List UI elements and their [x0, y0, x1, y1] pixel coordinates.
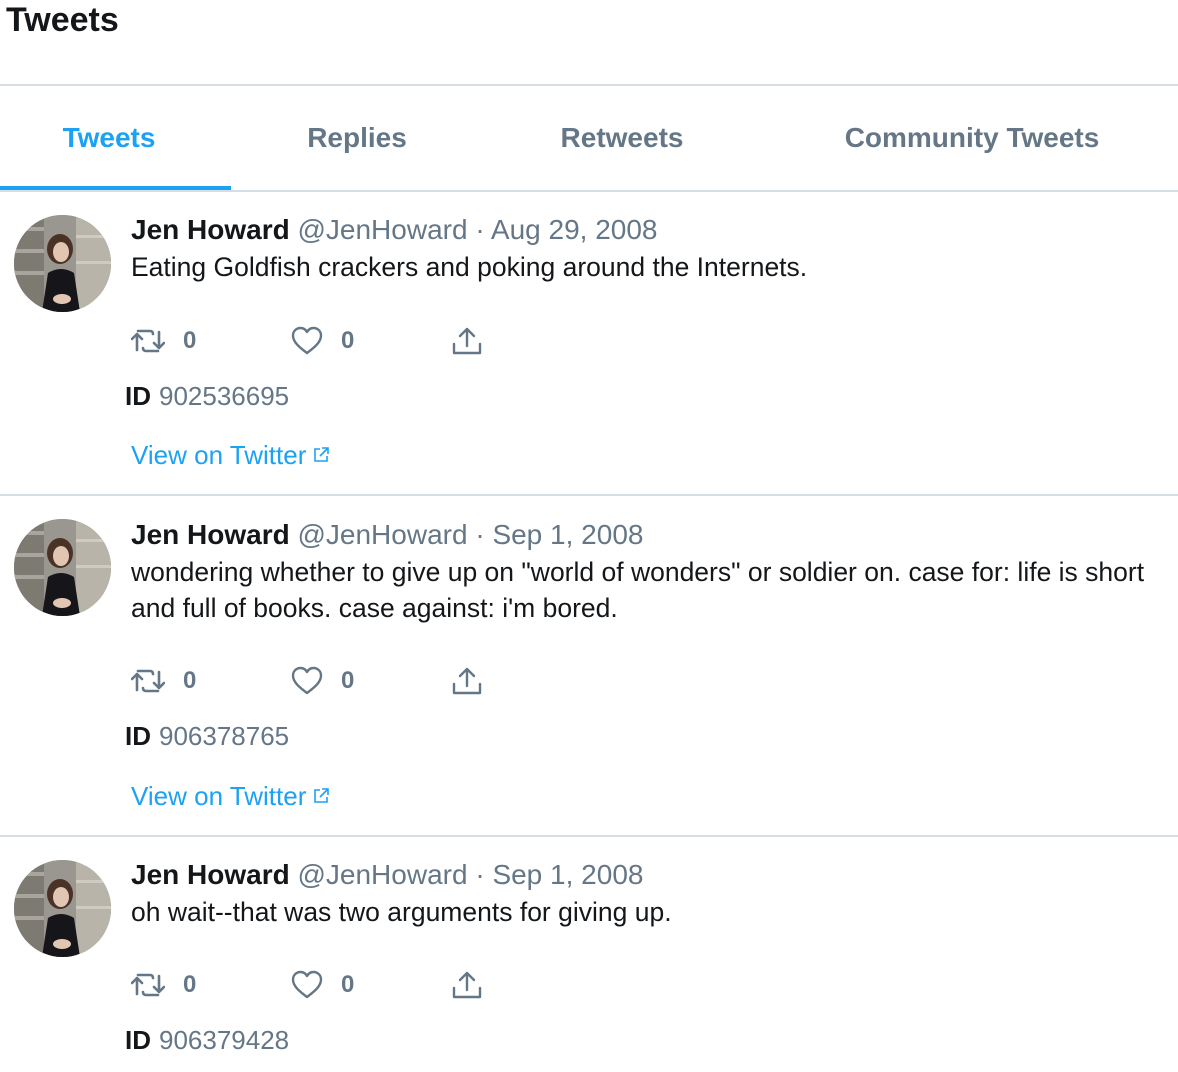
id-label: ID: [125, 721, 151, 751]
tab-bar: Tweets Replies Retweets Community Tweets: [0, 86, 1178, 192]
view-on-twitter-label: View on Twitter: [131, 781, 307, 811]
avatar[interactable]: [14, 519, 111, 616]
external-link-icon: [314, 788, 330, 803]
heart-icon: [291, 970, 323, 999]
like-button[interactable]: 0: [291, 324, 354, 358]
header-separator: ·: [475, 214, 485, 245]
tweet-id: 902536695: [159, 381, 290, 411]
view-on-twitter-link[interactable]: View on Twitter: [131, 779, 330, 813]
tweet-actions: 0 0: [131, 664, 511, 698]
tweet-date[interactable]: Aug 29, 2008: [491, 214, 658, 245]
author-handle[interactable]: @JenHoward: [297, 519, 467, 550]
retweet-count: 0: [183, 667, 197, 694]
retweet-count: 0: [183, 971, 197, 998]
share-button[interactable]: [451, 664, 483, 698]
tweet-item: Jen Howard @JenHoward · Sep 1, 2008 oh w…: [0, 837, 1178, 1072]
tweet-id-row: ID 902536695: [125, 379, 289, 413]
heart-icon: [291, 326, 323, 355]
page-title: Tweets: [6, 1, 119, 39]
avatar[interactable]: [14, 215, 111, 312]
retweet-button[interactable]: 0: [131, 664, 196, 698]
retweet-button[interactable]: 0: [131, 968, 196, 1002]
share-button[interactable]: [451, 968, 483, 1002]
tweet-text: oh wait--that was two arguments for givi…: [131, 897, 672, 927]
tweet-item: Jen Howard @JenHoward · Aug 29, 2008 Eat…: [0, 192, 1178, 496]
tweet-text: Eating Goldfish crackers and poking arou…: [131, 252, 808, 282]
tweet-date[interactable]: Sep 1, 2008: [492, 859, 643, 890]
retweet-icon: [131, 669, 165, 693]
tweet-header: Jen Howard @JenHoward · Aug 29, 2008: [131, 213, 657, 247]
tweet-item: Jen Howard @JenHoward · Sep 1, 2008 wond…: [0, 496, 1178, 836]
header-separator: ·: [475, 859, 485, 890]
like-button[interactable]: 0: [291, 664, 354, 698]
retweet-count: 0: [183, 327, 197, 354]
external-link-icon: [314, 447, 330, 462]
retweet-button[interactable]: 0: [131, 324, 196, 358]
heart-icon: [291, 666, 323, 695]
author-name[interactable]: Jen Howard: [131, 214, 290, 245]
tweet-actions: 0 0: [131, 968, 511, 1002]
view-on-twitter-link[interactable]: View on Twitter: [131, 438, 330, 472]
tweet-text: wondering whether to give up on "world o…: [131, 557, 1145, 623]
tweet-date[interactable]: Sep 1, 2008: [492, 519, 643, 550]
retweet-icon: [131, 329, 165, 353]
share-icon: [452, 667, 482, 695]
like-button[interactable]: 0: [291, 968, 354, 1002]
share-icon: [452, 971, 482, 999]
header-separator: ·: [475, 519, 485, 550]
tweet-header: Jen Howard @JenHoward · Sep 1, 2008: [131, 518, 643, 552]
author-name[interactable]: Jen Howard: [131, 519, 290, 550]
id-label: ID: [125, 1025, 151, 1055]
tweet-id-row: ID 906378765: [125, 719, 289, 753]
tab-replies[interactable]: Replies: [248, 86, 466, 190]
author-handle[interactable]: @JenHoward: [297, 214, 467, 245]
tweet-id: 906378765: [159, 721, 290, 751]
like-count: 0: [341, 971, 355, 998]
id-label: ID: [125, 381, 151, 411]
like-count: 0: [341, 667, 355, 694]
tweet-header: Jen Howard @JenHoward · Sep 1, 2008: [131, 858, 643, 892]
tab-tweets[interactable]: Tweets: [0, 86, 218, 190]
tweet-id: 906379428: [159, 1025, 290, 1055]
tab-community-tweets[interactable]: Community Tweets: [820, 86, 1124, 190]
author-handle[interactable]: @JenHoward: [297, 859, 467, 890]
author-name[interactable]: Jen Howard: [131, 859, 290, 890]
tweet-id-row: ID 906379428: [125, 1023, 289, 1057]
tab-retweets[interactable]: Retweets: [512, 86, 732, 190]
share-button[interactable]: [451, 324, 483, 358]
view-on-twitter-label: View on Twitter: [131, 440, 307, 470]
retweet-icon: [131, 973, 165, 997]
share-icon: [452, 327, 482, 355]
avatar[interactable]: [14, 860, 111, 957]
like-count: 0: [341, 327, 355, 354]
tweet-actions: 0 0: [131, 324, 511, 358]
